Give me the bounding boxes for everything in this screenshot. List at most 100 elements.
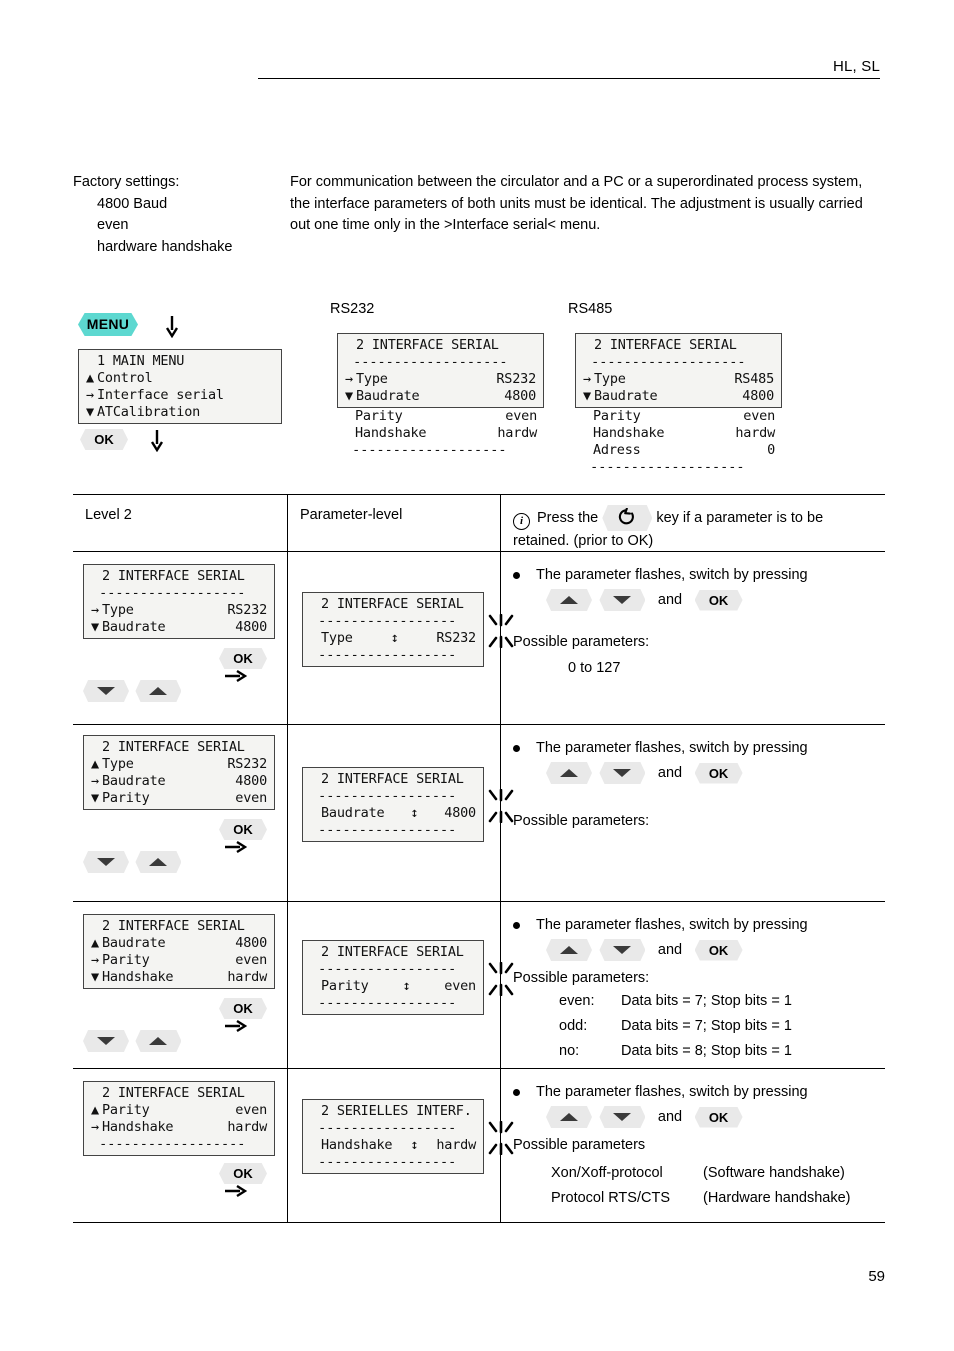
- arrow-down-icon: [613, 769, 632, 777]
- marker-down-icon: ▼: [91, 969, 99, 985]
- up-key-badge[interactable]: [135, 680, 182, 702]
- lcd-title: 2 INTERFACE SERIAL: [102, 1085, 245, 1101]
- updown-marker-icon: ↕: [390, 630, 399, 646]
- arrow-up-icon: [149, 858, 168, 866]
- lcd-title: 2 INTERFACE SERIAL: [594, 337, 737, 353]
- down-key-badge[interactable]: [83, 851, 129, 873]
- page-header: HL, SL: [258, 58, 880, 79]
- arrow-up-icon: [149, 1037, 168, 1045]
- table-row: 2 INTERFACE SERIAL ▲ Baudrate 4800 → Parit…: [73, 901, 885, 1068]
- lcd-line: ▼ ATCalibration: [86, 404, 201, 420]
- arrow-right-icon: [225, 669, 248, 688]
- ok-key-label: OK: [219, 1163, 267, 1184]
- up-key-badge[interactable]: [546, 1106, 592, 1128]
- menu-key-badge[interactable]: MENU: [78, 313, 138, 336]
- lcd-title: 2 SERIELLES INTERF.: [321, 1103, 472, 1119]
- down-key-badge[interactable]: [83, 680, 129, 702]
- lcd-title: 2 INTERFACE SERIAL: [356, 337, 499, 353]
- marker-select-icon: →: [91, 952, 99, 968]
- factory-setting-item: even: [97, 217, 129, 233]
- up-key-badge[interactable]: [135, 1030, 182, 1052]
- table-header-row: Level 2 Parameter-level i Press the key i…: [73, 494, 885, 551]
- flow-arrow-down-icon: [150, 430, 164, 457]
- arrow-up-icon: [560, 769, 578, 777]
- lcd-line: ▲ Parity even: [91, 1102, 267, 1118]
- arrow-up-icon: [560, 596, 578, 604]
- lcd-separator: -----------------: [310, 961, 457, 977]
- possible-parameter-row: no: Data bits = 8; Stop bits = 1: [513, 1039, 878, 1064]
- ok-key-label: OK: [219, 648, 267, 669]
- down-key-badge[interactable]: [599, 939, 646, 961]
- lcd-separator: ------------------: [91, 1136, 246, 1152]
- down-key-badge[interactable]: [83, 1030, 129, 1052]
- up-key-badge[interactable]: [135, 851, 182, 873]
- marker-down-icon: ▼: [345, 388, 353, 404]
- ok-key-badge[interactable]: OK: [694, 762, 743, 784]
- back-key-badge[interactable]: [602, 505, 653, 531]
- lcd-line: Parity even: [593, 408, 775, 424]
- marker-select-icon: →: [583, 371, 591, 387]
- table-row: 2 INTERFACE SERIAL ▲ Type RS232 → Baudrate…: [73, 724, 885, 901]
- arrow-up-icon: [560, 1113, 578, 1121]
- ok-key-badge[interactable]: OK: [219, 819, 287, 859]
- up-key-badge[interactable]: [546, 589, 592, 611]
- ok-key-badge[interactable]: OK: [694, 589, 743, 611]
- lcd-line: Parity even: [355, 408, 537, 424]
- menu-key-label: MENU: [78, 313, 138, 336]
- up-key-badge[interactable]: [546, 939, 592, 961]
- lcd-param-display: 2 INTERFACE SERIAL ----------------- Par…: [302, 940, 514, 1015]
- column-header-parameter: Parameter-level: [300, 507, 403, 523]
- and-label: and: [657, 765, 683, 782]
- possible-parameters-label: Possible parameters:: [513, 970, 650, 987]
- and-label: and: [657, 1109, 683, 1126]
- lcd-separator: -------------------: [345, 354, 508, 370]
- updown-key-group[interactable]: [83, 1030, 182, 1052]
- lcd-line-selected: → Interface serial: [86, 387, 224, 403]
- marker-select-icon: →: [91, 1119, 99, 1135]
- ok-key-badge[interactable]: OK: [219, 998, 287, 1038]
- bullet-icon: [513, 744, 520, 752]
- possible-parameters-label: Possible parameters:: [513, 813, 650, 830]
- procedure-table: Level 2 Parameter-level i Press the key i…: [73, 494, 885, 1223]
- lcd-line: ▼ Handshake hardw: [91, 969, 267, 985]
- ok-key-label: OK: [80, 429, 128, 450]
- lcd-level-display: 2 INTERFACE SERIAL ▲ Parity even → Handsha…: [83, 1081, 275, 1156]
- updown-key-group[interactable]: [83, 680, 182, 702]
- arrow-right-icon: [225, 1019, 248, 1038]
- flow-arrow-down-icon: [165, 316, 179, 343]
- up-key-badge[interactable]: [546, 762, 592, 784]
- lcd-separator: -----------------: [310, 822, 457, 838]
- lcd-separator: -----------------: [310, 1154, 457, 1170]
- lcd-separator: -----------------: [310, 613, 457, 629]
- header-title: HL, SL: [832, 58, 880, 75]
- header-rule: [258, 78, 880, 79]
- lcd-line: Handshake hardw: [593, 425, 775, 441]
- down-key-badge[interactable]: [599, 762, 646, 784]
- ok-key-badge[interactable]: OK: [219, 1163, 287, 1203]
- updown-key-group[interactable]: [83, 851, 182, 873]
- ok-key-badge[interactable]: OK: [694, 939, 743, 961]
- lcd-param-line: Handshake ↕ hardw: [321, 1137, 476, 1153]
- marker-select-icon: →: [91, 773, 99, 789]
- marker-select-icon: →: [86, 387, 94, 403]
- lcd-line: ▼ Baudrate 4800: [583, 388, 774, 404]
- param-key: Xon/Xoff-protocol: [551, 1165, 663, 1182]
- bullet-icon: [513, 1088, 520, 1096]
- param-key: even:: [559, 993, 595, 1010]
- lcd-line: ▼ Parity even: [91, 790, 267, 806]
- ok-key-badge[interactable]: OK: [80, 429, 128, 450]
- down-key-badge[interactable]: [599, 589, 646, 611]
- down-key-badge[interactable]: [599, 1106, 646, 1128]
- arrow-down-icon: [613, 596, 632, 604]
- ok-key-badge[interactable]: OK: [219, 648, 287, 688]
- lcd-title: 2 INTERFACE SERIAL: [102, 568, 245, 584]
- lcd-main-menu: 1 MAIN MENU ▲ Control → Interface serial ▼…: [78, 349, 282, 424]
- lcd-separator: -------------------: [583, 354, 746, 370]
- ok-key-badge[interactable]: OK: [694, 1106, 743, 1128]
- lcd-title: 2 INTERFACE SERIAL: [321, 944, 464, 960]
- updown-marker-icon: ↕: [410, 1137, 419, 1153]
- arrow-down-icon: [97, 858, 115, 866]
- lcd-line: ▲ Control: [86, 370, 153, 386]
- and-label: and: [657, 942, 683, 959]
- lcd-param-display: 2 INTERFACE SERIAL ----------------- Bau…: [302, 767, 514, 842]
